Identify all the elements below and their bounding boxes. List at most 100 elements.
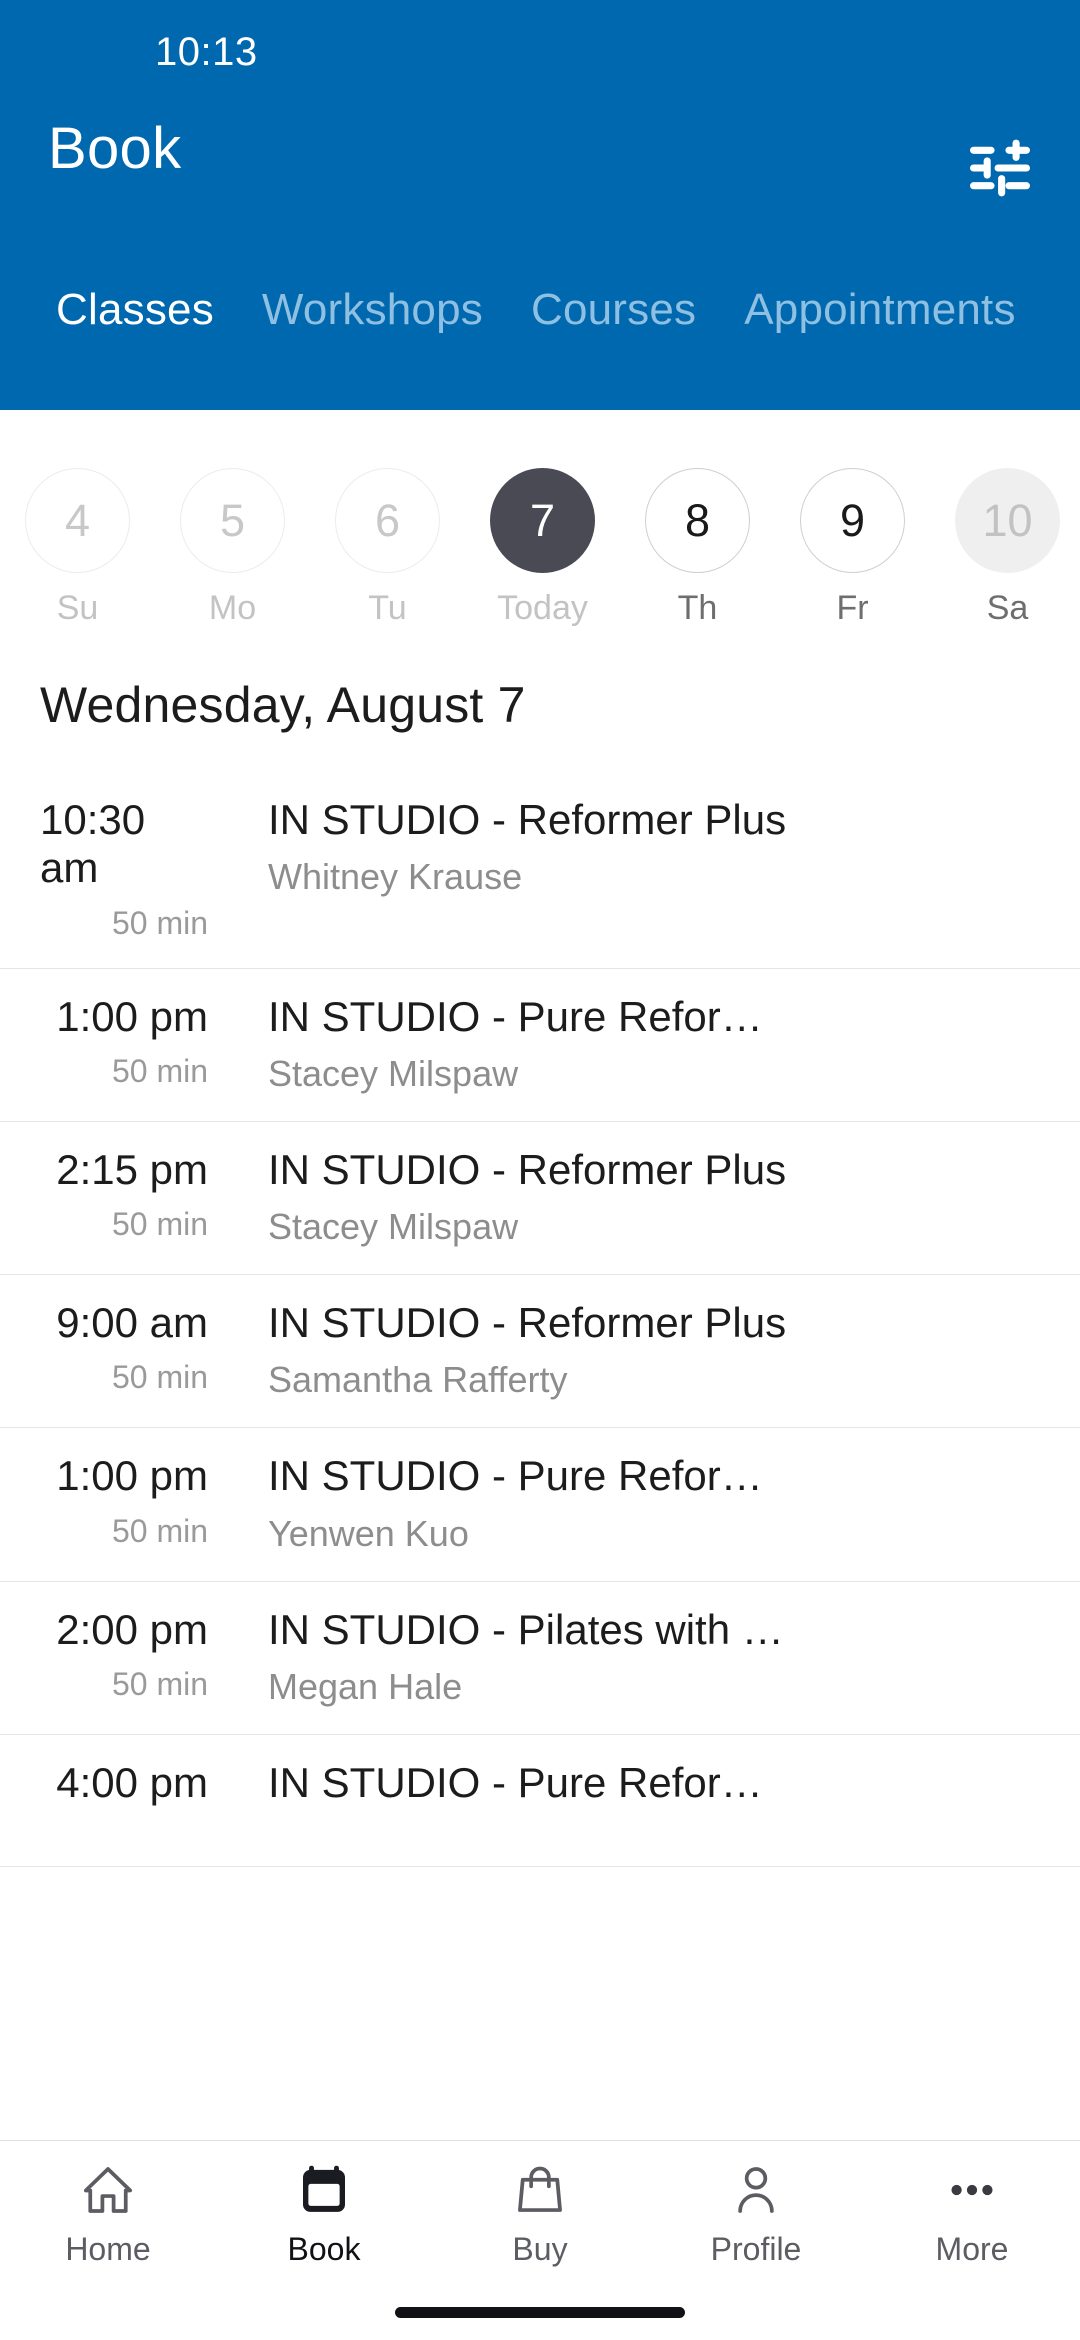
nav-label-buy: Buy bbox=[512, 2231, 568, 2267]
tab-workshops[interactable]: Workshops bbox=[238, 285, 507, 335]
class-duration: 50 min bbox=[111, 1052, 208, 1089]
row-info-column: IN STUDIO - Pure Refor… Yenwen Kuo bbox=[220, 1452, 1040, 1554]
more-dots-icon bbox=[944, 2159, 1000, 2221]
nav-label-home: Home bbox=[65, 2231, 151, 2267]
class-title: IN STUDIO - Reformer Plus bbox=[268, 1299, 787, 1347]
row-info-column: IN STUDIO - Pilates with … Megan Hale bbox=[220, 1606, 1040, 1708]
app-bar: Book bbox=[0, 110, 1080, 230]
nav-item-home[interactable]: Home bbox=[0, 2141, 216, 2268]
row-time-column: 2:15 pm 50 min bbox=[40, 1146, 220, 1243]
date-number-selected: 7 bbox=[490, 468, 595, 573]
table-row[interactable]: 4:00 pm IN STUDIO - Pure Refor… bbox=[0, 1735, 1080, 1868]
table-row[interactable]: 2:00 pm 50 min IN STUDIO - Pilates with … bbox=[0, 1582, 1080, 1736]
date-cell-8[interactable]: 8 Th bbox=[620, 468, 775, 628]
person-icon bbox=[728, 2159, 784, 2221]
class-time: 1:00 pm bbox=[56, 992, 208, 1040]
class-duration: 50 min bbox=[111, 1666, 208, 1703]
class-duration: 50 min bbox=[111, 904, 208, 941]
nav-item-buy[interactable]: Buy bbox=[432, 2141, 648, 2268]
class-title: IN STUDIO - Pure Refor… bbox=[268, 1452, 763, 1500]
tab-courses[interactable]: Courses bbox=[507, 285, 720, 335]
date-weekday: Fr bbox=[836, 589, 869, 627]
date-cell-5[interactable]: 5 Mo bbox=[155, 468, 310, 628]
nav-item-profile[interactable]: Profile bbox=[648, 2141, 864, 2268]
nav-item-more[interactable]: More bbox=[864, 2141, 1080, 2268]
date-number: 5 bbox=[180, 468, 285, 573]
class-instructor: Megan Hale bbox=[268, 1666, 463, 1708]
row-time-column: 1:00 pm 50 min bbox=[40, 993, 220, 1090]
date-cell-4[interactable]: 4 Su bbox=[0, 468, 155, 628]
date-number: 10 bbox=[955, 468, 1060, 573]
date-cell-6[interactable]: 6 Tu bbox=[310, 468, 465, 628]
nav-label-book: Book bbox=[287, 2231, 361, 2267]
filter-tune-icon bbox=[970, 139, 1030, 197]
selected-date-heading: Wednesday, August 7 bbox=[40, 677, 526, 733]
class-time: 1:00 pm bbox=[56, 1452, 208, 1500]
nav-item-book[interactable]: Book bbox=[216, 2141, 432, 2268]
class-duration: 50 min bbox=[111, 1206, 208, 1243]
date-weekday: Sa bbox=[986, 589, 1029, 627]
status-bar-clock: 10:13 bbox=[155, 30, 258, 74]
row-info-column: IN STUDIO - Pure Refor… bbox=[220, 1759, 1040, 1819]
date-weekday: Th bbox=[677, 589, 718, 627]
date-selector: 4 Su 5 Mo 6 Tu 7 Today 8 Th 9 Fr 10 Sa bbox=[0, 410, 1080, 628]
class-time: 9:00 am bbox=[56, 1299, 208, 1347]
category-tabs: Classes Workshops Courses Appointments bbox=[0, 285, 1040, 335]
row-time-column: 10:30 am 50 min bbox=[40, 796, 220, 942]
class-duration: 50 min bbox=[111, 1359, 208, 1396]
table-row[interactable]: 2:15 pm 50 min IN STUDIO - Reformer Plus… bbox=[0, 1122, 1080, 1276]
date-weekday: Su bbox=[56, 589, 99, 627]
row-info-column: IN STUDIO - Reformer Plus Stacey Milspaw bbox=[220, 1146, 1040, 1248]
shopping-bag-icon bbox=[512, 2159, 568, 2221]
class-time: 2:15 pm bbox=[56, 1145, 208, 1193]
date-number: 6 bbox=[335, 468, 440, 573]
date-number: 8 bbox=[645, 468, 750, 573]
class-instructor: Stacey Milspaw bbox=[268, 1052, 519, 1094]
class-title: IN STUDIO - Reformer Plus bbox=[268, 796, 787, 843]
app-header: 10:13 Book Classes Workshops Courses App… bbox=[0, 0, 1080, 410]
table-row[interactable]: 1:00 pm 50 min IN STUDIO - Pure Refor… Y… bbox=[0, 1428, 1080, 1582]
row-info-column: IN STUDIO - Reformer Plus Samantha Raffe… bbox=[220, 1299, 1040, 1401]
class-instructor: Yenwen Kuo bbox=[268, 1512, 469, 1554]
table-row[interactable]: 1:00 pm 50 min IN STUDIO - Pure Refor… S… bbox=[0, 969, 1080, 1122]
status-bar: 10:13 bbox=[0, 0, 1080, 110]
class-title: IN STUDIO - Reformer Plus bbox=[268, 1145, 787, 1193]
class-duration: 50 min bbox=[111, 1512, 208, 1549]
calendar-icon bbox=[296, 2159, 352, 2221]
table-row[interactable]: 9:00 am 50 min IN STUDIO - Reformer Plus… bbox=[0, 1275, 1080, 1429]
date-weekday: Mo bbox=[208, 589, 257, 627]
row-info-column: IN STUDIO - Reformer Plus Whitney Krause bbox=[220, 796, 1040, 898]
row-time-column: 2:00 pm 50 min bbox=[40, 1606, 220, 1703]
nav-label-more: More bbox=[935, 2231, 1009, 2267]
row-time-column: 9:00 am 50 min bbox=[40, 1299, 220, 1396]
home-icon bbox=[80, 2159, 136, 2221]
date-cell-10[interactable]: 10 Sa bbox=[930, 468, 1080, 628]
page-title: Book bbox=[48, 116, 182, 181]
class-instructor: Samantha Rafferty bbox=[268, 1359, 568, 1401]
nav-label-profile: Profile bbox=[710, 2231, 802, 2267]
class-time: 10:30 am bbox=[40, 796, 146, 892]
tab-classes[interactable]: Classes bbox=[32, 285, 238, 335]
class-time: 4:00 pm bbox=[56, 1759, 208, 1807]
class-title: IN STUDIO - Pure Refor… bbox=[268, 992, 763, 1040]
row-info-column: IN STUDIO - Pure Refor… Stacey Milspaw bbox=[220, 993, 1040, 1095]
table-row[interactable]: 10:30 am 50 min IN STUDIO - Reformer Plu… bbox=[0, 772, 1080, 969]
date-number: 4 bbox=[25, 468, 130, 573]
date-number: 9 bbox=[800, 468, 905, 573]
class-title: IN STUDIO - Pure Refor… bbox=[268, 1759, 763, 1807]
bottom-navigation-bar: Home Book Buy Profile More bbox=[0, 2140, 1080, 2340]
date-cell-9[interactable]: 9 Fr bbox=[775, 468, 930, 628]
tab-appointments[interactable]: Appointments bbox=[720, 285, 1039, 335]
filter-button[interactable] bbox=[962, 130, 1038, 206]
row-time-column: 1:00 pm 50 min bbox=[40, 1452, 220, 1549]
class-schedule-list: 10:30 am 50 min IN STUDIO - Reformer Plu… bbox=[0, 772, 1080, 1868]
home-indicator bbox=[395, 2307, 685, 2318]
class-time: 2:00 pm bbox=[56, 1605, 208, 1653]
date-weekday: Tu bbox=[368, 589, 407, 627]
class-instructor: Stacey Milspaw bbox=[268, 1206, 519, 1248]
class-title: IN STUDIO - Pilates with … bbox=[268, 1605, 784, 1653]
row-time-column: 4:00 pm bbox=[40, 1759, 220, 1819]
date-cell-today[interactable]: 7 Today bbox=[465, 468, 620, 628]
date-weekday: Today bbox=[497, 589, 588, 627]
class-instructor: Whitney Krause bbox=[268, 856, 523, 898]
